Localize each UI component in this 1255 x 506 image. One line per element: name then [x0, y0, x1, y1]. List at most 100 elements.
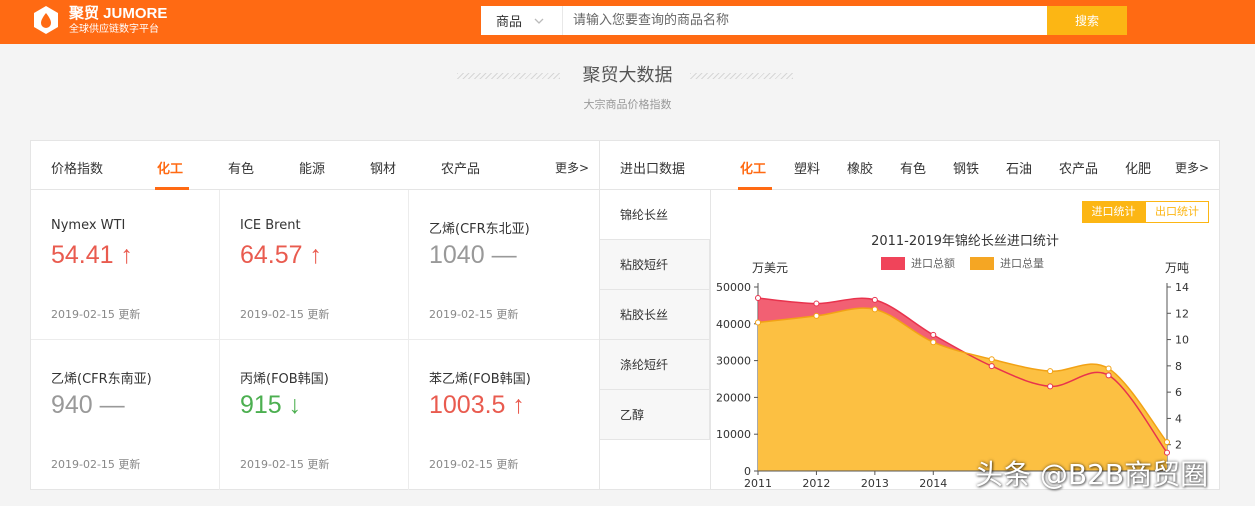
- price-card[interactable]: 乙烯(CFR东北亚) 1040 — 2019-02-15 更新: [409, 190, 599, 340]
- price-name: 丙烯(FOB韩国): [240, 372, 329, 387]
- price-card[interactable]: 乙烯(CFR东南亚) 940 — 2019-02-15 更新: [31, 340, 220, 490]
- point-import-volume: [871, 306, 878, 313]
- update-date: 2019-02-15 更新: [429, 458, 519, 471]
- y-tick-label-right: 4: [1175, 412, 1182, 425]
- dash-icon: —: [491, 241, 517, 269]
- price-card[interactable]: ICE Brent 64.57 ↑ 2019-02-15 更新: [220, 190, 409, 340]
- tab-energy[interactable]: 能源: [299, 158, 325, 177]
- active-tab-indicator: [738, 187, 772, 190]
- search-input[interactable]: [563, 6, 1047, 35]
- y-tick-label-right: 10: [1175, 334, 1189, 347]
- chevron-down-icon: [534, 18, 544, 24]
- tab-chemical[interactable]: 化工: [157, 158, 183, 177]
- point-import-volume: [1047, 368, 1054, 375]
- trade-more-link[interactable]: 更多>: [1175, 159, 1209, 176]
- logo-icon: [30, 4, 62, 36]
- search-bar: 商品 搜索: [481, 6, 1127, 35]
- tab-steel[interactable]: 钢铁: [953, 158, 979, 177]
- search-button[interactable]: 搜索: [1047, 6, 1127, 35]
- update-date: 2019-02-15 更新: [240, 458, 330, 471]
- import-stats-toggle[interactable]: 进口统计: [1082, 201, 1145, 223]
- price-index-heading: 价格指数: [51, 162, 104, 177]
- point-import-volume: [988, 356, 995, 363]
- x-tick-label: 2014: [919, 477, 947, 489]
- point-import-volume: [813, 312, 820, 319]
- arrow-up-icon: ↑: [120, 241, 134, 269]
- top-bar: 聚贸 JUMORE 全球供应链数字平台 商品 搜索: [0, 0, 1255, 44]
- tab-steel[interactable]: 钢材: [370, 158, 396, 177]
- y-tick-label-right: 2: [1175, 439, 1182, 452]
- y-tick-label-right: 6: [1175, 386, 1182, 399]
- price-more-link[interactable]: 更多>: [555, 159, 589, 176]
- tab-fertilizer[interactable]: 化肥: [1125, 158, 1151, 177]
- search-category-label: 商品: [496, 15, 523, 30]
- price-card[interactable]: Nymex WTI 54.41 ↑ 2019-02-15 更新: [31, 190, 220, 340]
- legend-swatch: [881, 256, 905, 270]
- product-item[interactable]: 粘胶长丝: [600, 290, 710, 340]
- brand-slogan: 全球供应链数字平台: [69, 23, 159, 35]
- watermark-text: 头条 @B2B商贸圈: [975, 458, 1209, 491]
- y-tick-label-right: 12: [1175, 307, 1189, 320]
- export-stats-toggle[interactable]: 出口统计: [1145, 201, 1209, 223]
- price-card[interactable]: 丙烯(FOB韩国) 915 ↓ 2019-02-15 更新: [220, 340, 409, 490]
- brand-name: 聚贸 JUMORE: [69, 4, 168, 22]
- trade-tabs: 进出口数据 化工 塑料 橡胶 有色 钢铁 石油 农产品 化肥 更多>: [600, 141, 1220, 190]
- point-import-amount: [1047, 383, 1054, 390]
- x-tick-label: 2013: [861, 477, 889, 489]
- tab-agriculture[interactable]: 农产品: [1059, 158, 1098, 177]
- tab-chemical[interactable]: 化工: [740, 158, 766, 177]
- price-card[interactable]: 苯乙烯(FOB韩国) 1003.5 ↑ 2019-02-15 更新: [409, 340, 599, 490]
- price-name: ICE Brent: [240, 218, 301, 233]
- tab-agriculture[interactable]: 农产品: [441, 158, 480, 177]
- update-date: 2019-02-15 更新: [240, 308, 330, 321]
- price-tabs: 价格指数 化工 有色 能源 钢材 农产品 更多>: [31, 141, 599, 190]
- chart-title: 2011-2019年锦纶长丝进口统计: [871, 234, 1059, 249]
- y-tick-label-left: 10000: [716, 428, 751, 441]
- product-item[interactable]: 锦纶长丝: [600, 190, 710, 240]
- product-item[interactable]: 涤纶短纤: [600, 340, 710, 390]
- legend-item[interactable]: 进口总量: [970, 255, 1044, 271]
- price-name: Nymex WTI: [51, 218, 126, 233]
- price-value: 940: [51, 391, 93, 419]
- point-import-amount: [988, 363, 995, 370]
- data-panel: 价格指数 化工 有色 能源 钢材 农产品 更多> Nymex WTI 54.41…: [30, 140, 1220, 490]
- arrow-up-icon: ↑: [309, 241, 323, 269]
- update-date: 2019-02-15 更新: [51, 458, 141, 471]
- price-value: 1003.5: [429, 391, 506, 419]
- price-value: 64.57: [240, 241, 303, 269]
- section-title: 聚贸大数据: [582, 65, 673, 86]
- arrow-down-icon: ↓: [288, 391, 302, 419]
- point-import-volume: [1105, 365, 1112, 372]
- tab-nonferrous[interactable]: 有色: [900, 158, 926, 177]
- search-category-select[interactable]: 商品: [481, 6, 563, 35]
- y-tick-label-left: 50000: [716, 281, 751, 294]
- y-tick-label-left: 40000: [716, 318, 751, 331]
- tab-petroleum[interactable]: 石油: [1006, 158, 1032, 177]
- point-import-volume: [755, 319, 761, 326]
- point-import-amount: [813, 300, 820, 307]
- point-import-amount: [930, 331, 937, 338]
- product-item[interactable]: 粘胶短纤: [600, 240, 710, 290]
- legend-swatch: [970, 256, 994, 270]
- price-name: 乙烯(CFR东南亚): [51, 372, 152, 387]
- point-import-amount: [755, 295, 761, 302]
- y-tick-label-right: 14: [1175, 281, 1189, 294]
- tab-rubber[interactable]: 橡胶: [847, 158, 873, 177]
- legend-label: 进口总量: [1000, 257, 1044, 270]
- x-tick-label: 2012: [802, 477, 830, 489]
- point-import-volume: [1164, 439, 1170, 446]
- tab-nonferrous[interactable]: 有色: [228, 158, 254, 177]
- update-date: 2019-02-15 更新: [429, 308, 519, 321]
- price-value: 915: [240, 391, 282, 419]
- legend-item[interactable]: 进口总额: [881, 255, 955, 271]
- trade-data-panel: 进出口数据 化工 塑料 橡胶 有色 钢铁 石油 农产品 化肥 更多> 锦纶长丝 …: [600, 141, 1220, 489]
- price-value: 54.41: [51, 241, 114, 269]
- price-value: 1040: [429, 241, 485, 269]
- point-import-amount: [1105, 372, 1112, 379]
- dash-icon: —: [99, 391, 125, 419]
- tab-plastics[interactable]: 塑料: [794, 158, 820, 177]
- product-item[interactable]: 乙醇: [600, 390, 710, 440]
- section-subtitle: 大宗商品价格指数: [583, 98, 672, 111]
- brand-logo[interactable]: 聚贸 JUMORE 全球供应链数字平台: [30, 4, 167, 36]
- price-name: 乙烯(CFR东北亚): [429, 222, 530, 237]
